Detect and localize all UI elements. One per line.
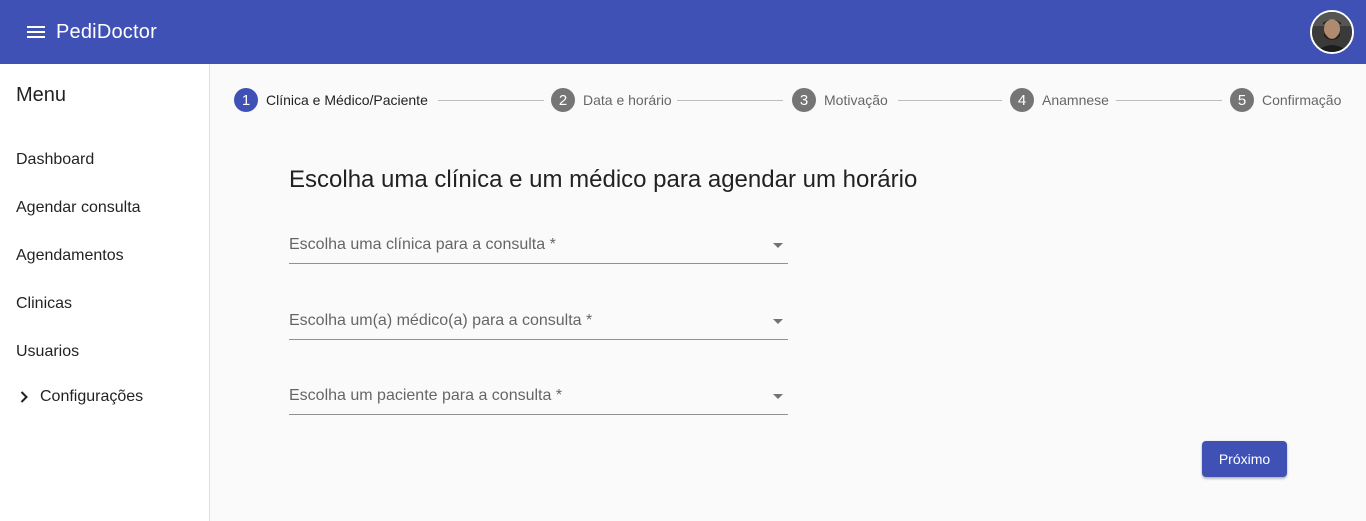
step-number: 2 <box>551 88 575 112</box>
doctor-select[interactable]: Escolha um(a) médico(a) para a consulta … <box>289 308 788 340</box>
step-1[interactable]: 1 Clínica e Médico/Paciente <box>234 88 428 112</box>
app-title: PediDoctor <box>56 20 157 43</box>
dropdown-arrow-icon <box>773 394 783 399</box>
step-5[interactable]: 5 Confirmação <box>1230 88 1341 112</box>
next-button[interactable]: Próximo <box>1202 441 1287 477</box>
step-number: 1 <box>234 88 258 112</box>
sidebar-item-configuracoes[interactable]: Configurações <box>0 377 209 417</box>
dropdown-arrow-icon <box>773 243 783 248</box>
app-bar: PediDoctor <box>0 0 1366 64</box>
sidebar-title: Menu <box>16 84 67 106</box>
patient-select-placeholder: Escolha um paciente para a consulta * <box>289 387 563 404</box>
step-number: 5 <box>1230 88 1254 112</box>
step-3[interactable]: 3 Motivação <box>792 88 888 112</box>
sidebar: Menu Dashboard Agendar consulta Agendame… <box>0 64 210 521</box>
sidebar-item-agendamentos[interactable]: Agendamentos <box>0 236 209 276</box>
step-connector <box>438 100 544 101</box>
doctor-select-placeholder: Escolha um(a) médico(a) para a consulta … <box>289 312 593 329</box>
step-label: Anamnese <box>1042 92 1109 108</box>
step-number: 4 <box>1010 88 1034 112</box>
clinic-select[interactable]: Escolha uma clínica para a consulta * <box>289 232 788 264</box>
sidebar-item-label: Clinicas <box>16 295 73 312</box>
chevron-right-icon <box>16 389 32 405</box>
sidebar-item-label: Usuarios <box>16 343 80 360</box>
sidebar-item-clinicas[interactable]: Clinicas <box>0 284 209 324</box>
sidebar-item-label: Configurações <box>40 388 144 405</box>
step-label: Clínica e Médico/Paciente <box>266 92 428 108</box>
patient-select[interactable]: Escolha um paciente para a consulta * <box>289 383 788 415</box>
step-2[interactable]: 2 Data e horário <box>551 88 672 112</box>
step-4[interactable]: 4 Anamnese <box>1010 88 1109 112</box>
menu-icon[interactable] <box>24 20 48 44</box>
sidebar-item-label: Agendamentos <box>16 247 124 264</box>
sidebar-item-usuarios[interactable]: Usuarios <box>0 332 209 372</box>
form-title: Escolha uma clínica e um médico para age… <box>289 166 918 193</box>
user-avatar[interactable] <box>1310 10 1354 54</box>
sidebar-item-dashboard[interactable]: Dashboard <box>0 140 209 180</box>
dropdown-arrow-icon <box>773 319 783 324</box>
clinic-select-placeholder: Escolha uma clínica para a consulta * <box>289 236 556 253</box>
sidebar-item-label: Dashboard <box>16 151 95 168</box>
step-number: 3 <box>792 88 816 112</box>
step-label: Confirmação <box>1262 92 1342 108</box>
step-label: Motivação <box>824 92 888 108</box>
stepper: 1 Clínica e Médico/Paciente 2 Data e hor… <box>234 88 1344 112</box>
step-connector <box>1116 100 1222 101</box>
step-label: Data e horário <box>583 92 672 108</box>
sidebar-item-label: Agendar consulta <box>16 199 141 216</box>
sidebar-item-agendar-consulta[interactable]: Agendar consulta <box>0 188 209 228</box>
step-connector <box>677 100 783 101</box>
step-connector <box>898 100 1002 101</box>
